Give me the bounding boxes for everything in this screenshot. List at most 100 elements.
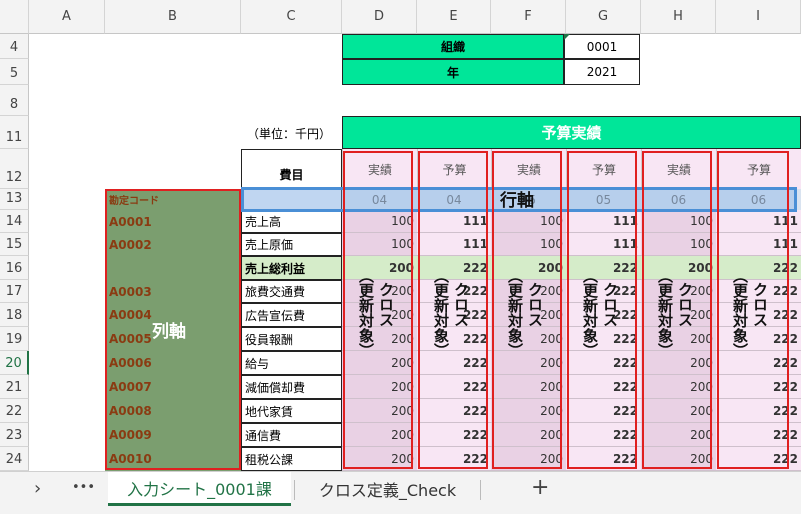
row-header[interactable]: 16	[0, 256, 29, 280]
account-code[interactable]: A0006	[105, 351, 241, 375]
value-cell[interactable]: 200	[491, 447, 566, 471]
value-cell[interactable]: 200	[491, 375, 566, 399]
row-header[interactable]: 15	[0, 233, 29, 256]
row-header[interactable]: 23	[0, 423, 29, 447]
row-header[interactable]: 5	[0, 59, 29, 85]
item-name[interactable]: 減価償却費	[241, 375, 342, 399]
column-header[interactable]: E	[417, 0, 491, 34]
value-cell[interactable]: 111	[716, 210, 801, 233]
row-header[interactable]: 17	[0, 280, 29, 303]
tab-nav-prev-icon[interactable]: ›	[34, 478, 41, 499]
value-cell[interactable]: 200	[641, 447, 716, 471]
value-cell[interactable]: 200	[641, 256, 716, 280]
value-cell[interactable]: 200	[641, 375, 716, 399]
value-cell[interactable]: 222	[417, 447, 491, 471]
item-name[interactable]: 旅費交通費	[241, 280, 342, 303]
org-value[interactable]: 0001	[564, 34, 640, 59]
account-code[interactable]: A0002	[105, 233, 241, 256]
column-type-header[interactable]: 予算	[566, 149, 641, 189]
value-cell[interactable]: 200	[641, 351, 716, 375]
value-cell[interactable]: 111	[417, 210, 491, 233]
value-cell[interactable]: 222	[566, 375, 641, 399]
row-header[interactable]: 14	[0, 210, 29, 233]
column-header[interactable]: C	[241, 0, 342, 34]
value-cell[interactable]: 100	[641, 210, 716, 233]
column-header[interactable]: D	[342, 0, 417, 34]
account-code[interactable]: A0007	[105, 375, 241, 399]
value-cell[interactable]: 200	[342, 256, 417, 280]
value-cell[interactable]: 200	[342, 375, 417, 399]
row-header[interactable]: 12	[0, 149, 29, 189]
value-cell[interactable]: 200	[491, 399, 566, 423]
item-name[interactable]: 役員報酬	[241, 327, 342, 351]
value-cell[interactable]: 222	[716, 447, 801, 471]
value-cell[interactable]: 111	[566, 210, 641, 233]
column-header[interactable]: A	[29, 0, 105, 34]
column-type-header[interactable]: 実績	[491, 149, 566, 189]
column-header[interactable]: G	[566, 0, 641, 34]
value-cell[interactable]: 200	[491, 256, 566, 280]
account-code[interactable]: A0001	[105, 210, 241, 233]
column-header[interactable]: H	[641, 0, 716, 34]
row-header[interactable]: 19	[0, 327, 29, 351]
value-cell[interactable]: 100	[491, 233, 566, 256]
account-code[interactable]: A0010	[105, 447, 241, 471]
value-cell[interactable]: 222	[566, 256, 641, 280]
column-header[interactable]: I	[716, 0, 801, 34]
value-cell[interactable]: 222	[716, 351, 801, 375]
column-type-header[interactable]: 予算	[417, 149, 491, 189]
value-cell[interactable]: 200	[641, 327, 716, 351]
value-cell[interactable]: 100	[342, 210, 417, 233]
column-type-header[interactable]: 予算	[716, 149, 801, 189]
item-name[interactable]: 給与	[241, 351, 342, 375]
item-name[interactable]: 売上原価	[241, 233, 342, 256]
value-cell[interactable]: 222	[417, 375, 491, 399]
column-type-header[interactable]: 実績	[342, 149, 417, 189]
row-header[interactable]: 4	[0, 34, 29, 59]
value-cell[interactable]: 222	[566, 447, 641, 471]
value-cell[interactable]: 200	[342, 351, 417, 375]
column-header[interactable]: B	[105, 0, 241, 34]
row-header[interactable]: 24	[0, 447, 29, 471]
value-cell[interactable]: 200	[491, 423, 566, 447]
row-header[interactable]: 13	[0, 189, 29, 210]
row-header[interactable]: 8	[0, 85, 29, 116]
item-name[interactable]: 売上高	[241, 210, 342, 233]
value-cell[interactable]: 111	[716, 233, 801, 256]
value-cell[interactable]: 222	[566, 351, 641, 375]
value-cell[interactable]: 222	[716, 399, 801, 423]
value-cell[interactable]: 100	[491, 210, 566, 233]
value-cell[interactable]: 222	[417, 256, 491, 280]
value-cell[interactable]: 222	[716, 423, 801, 447]
value-cell[interactable]: 222	[566, 423, 641, 447]
row-header[interactable]: 21	[0, 375, 29, 399]
item-name[interactable]: 広告宣伝費	[241, 303, 342, 327]
value-cell[interactable]: 200	[491, 351, 566, 375]
value-cell[interactable]: 222	[417, 351, 491, 375]
row-header[interactable]: 18	[0, 303, 29, 327]
value-cell[interactable]: 222	[566, 327, 641, 351]
column-header[interactable]: F	[491, 0, 566, 34]
more-tabs-icon[interactable]: •••	[72, 480, 95, 495]
year-value[interactable]: 2021	[564, 59, 640, 85]
value-cell[interactable]: 111	[566, 233, 641, 256]
item-name[interactable]: 売上総利益	[241, 256, 342, 280]
select-all-corner[interactable]	[0, 0, 29, 34]
row-header[interactable]: 20	[0, 351, 29, 375]
row-header[interactable]: 22	[0, 399, 29, 423]
value-cell[interactable]: 222	[417, 423, 491, 447]
value-cell[interactable]: 222	[716, 375, 801, 399]
spreadsheet-grid[interactable]: ABCDEFGHI 4 5 8 11 12 13 14 15 16 17 18 19 20 21 22 23 2…	[0, 0, 801, 471]
tab-input-sheet[interactable]: 入力シート_0001課	[108, 472, 291, 506]
value-cell[interactable]: 222	[566, 399, 641, 423]
value-cell[interactable]: 200	[342, 447, 417, 471]
account-code[interactable]: A0008	[105, 399, 241, 423]
value-cell[interactable]: 222	[417, 399, 491, 423]
value-cell[interactable]: 222	[716, 327, 801, 351]
tab-cross-definition[interactable]: クロス定義_Check	[300, 472, 475, 506]
column-type-header[interactable]: 実績	[641, 149, 716, 189]
value-cell[interactable]: 222	[716, 256, 801, 280]
value-cell[interactable]: 200	[641, 423, 716, 447]
value-cell[interactable]: 200	[491, 327, 566, 351]
value-cell[interactable]: 222	[417, 327, 491, 351]
